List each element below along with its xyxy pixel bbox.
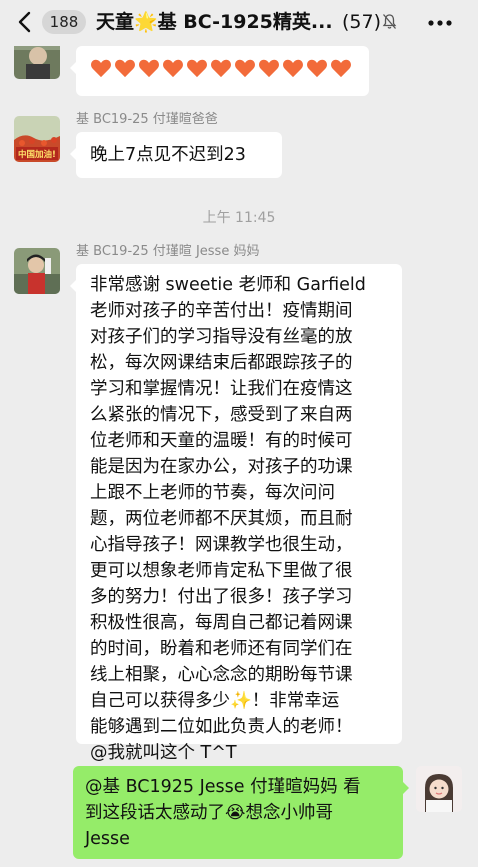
- sender-avatar[interactable]: 中国加油!: [14, 116, 60, 162]
- message-line: 的时间，盼着和老师还有同学们在: [90, 639, 353, 659]
- message-line: 能是因为在家办公，对孩子的功课: [90, 457, 353, 477]
- sender-name: 基 BC19-25 付瑾暄 Jesse 妈妈: [76, 244, 260, 259]
- sender-avatar[interactable]: [14, 248, 60, 294]
- message-line: 学习和掌握情况！让我们在疫情这: [90, 379, 353, 399]
- avatar-caption: 中国加油!: [18, 149, 56, 160]
- heart-emoji: [259, 59, 279, 78]
- message-timestamp: 上午 11:45: [202, 210, 276, 226]
- message-text: 晚上7点见不迟到23: [90, 145, 246, 165]
- heart-emoji: [163, 59, 183, 78]
- chat-title[interactable]: 天童🌟基 BC-1925精英...: [96, 9, 332, 35]
- message-line: Jesse: [85, 829, 130, 849]
- chat-header: 188 天童🌟基 BC-1925精英... (57): [0, 0, 478, 46]
- heart-emoji: [331, 59, 351, 78]
- message-bubble[interactable]: 晚上7点见不迟到23: [70, 132, 282, 178]
- unread-count-badge[interactable]: 188: [42, 10, 86, 34]
- message-line: 么紧张的情况下，感受到了来自两: [90, 405, 353, 425]
- heart-emoji: [211, 59, 231, 78]
- message-line: 线上相聚，心心念念的期盼每节课: [90, 665, 353, 685]
- message-line: 多的努力！付出了很多！孩子学习: [90, 587, 353, 607]
- mute-bell-icon: [382, 14, 397, 29]
- message-text: 非常感谢 sweetie 老师和 Garfield 老师对孩子的辛苦付出！疫情期间…: [90, 272, 394, 766]
- message-line: 到这段话太感动了😭想念小帅哥: [85, 803, 333, 823]
- message-line: @我就叫这个 T^T: [90, 743, 237, 763]
- my-avatar[interactable]: [416, 766, 462, 812]
- sender-name: 基 BC19-25 付瑾暄爸爸: [76, 112, 218, 127]
- member-count: (57): [342, 11, 382, 33]
- message-line: 非常感谢 sweetie 老师和 Garfield: [90, 275, 366, 295]
- heart-emoji: [307, 59, 327, 78]
- message-line: 位老师和天童的温暖！有的时候可: [90, 431, 353, 451]
- more-options-icon[interactable]: [428, 20, 452, 26]
- message-line: 积极性很高，每周自己都记着网课: [90, 613, 353, 633]
- heart-emoji: [187, 59, 207, 78]
- message-line: 自己可以获得多少✨！非常幸运: [90, 691, 340, 711]
- message-line: 题，两位老师都不厌其烦，而且耐: [90, 509, 353, 529]
- heart-emoji: [91, 59, 111, 78]
- message-bubble-outgoing[interactable]: @基 BC1925 Jesse 付瑾暄妈妈 看到这段话太感动了😭想念小帅哥 Jes…: [73, 766, 409, 859]
- message-line: 更可以想象老师肯定私下里做了很: [90, 561, 353, 581]
- message-line: 老师对孩子的辛苦付出！疫情期间: [90, 301, 353, 321]
- message-line: 对孩子们的学习指导没有丝毫的放: [90, 327, 353, 347]
- message-line: 心指导孩子！网课教学也很生动，: [90, 535, 353, 555]
- message-bubble[interactable]: 非常感谢 sweetie 老师和 Garfield 老师对孩子的辛苦付出！疫情期间…: [70, 264, 402, 763]
- heart-emoji: [283, 59, 303, 78]
- message-line: 能够遇到二位如此负责人的老师！: [90, 717, 353, 737]
- message-text: @基 BC1925 Jesse 付瑾暄妈妈 看到这段话太感动了😭想念小帅哥 Jes…: [85, 774, 397, 852]
- back-arrow-icon[interactable]: [14, 10, 36, 34]
- message-line: @基 BC1925 Jesse 付瑾暄妈妈 看: [85, 777, 361, 797]
- message-line: 松，每次网课结束后都跟踪孩子的: [90, 353, 353, 373]
- message-bubble[interactable]: [70, 46, 369, 96]
- message-line: 上跟不上老师的节奏，每次问问: [90, 483, 335, 503]
- heart-emoji: [139, 59, 159, 78]
- heart-emoji: [235, 59, 255, 78]
- heart-emoji: [115, 59, 135, 78]
- hearts-row: [90, 58, 369, 78]
